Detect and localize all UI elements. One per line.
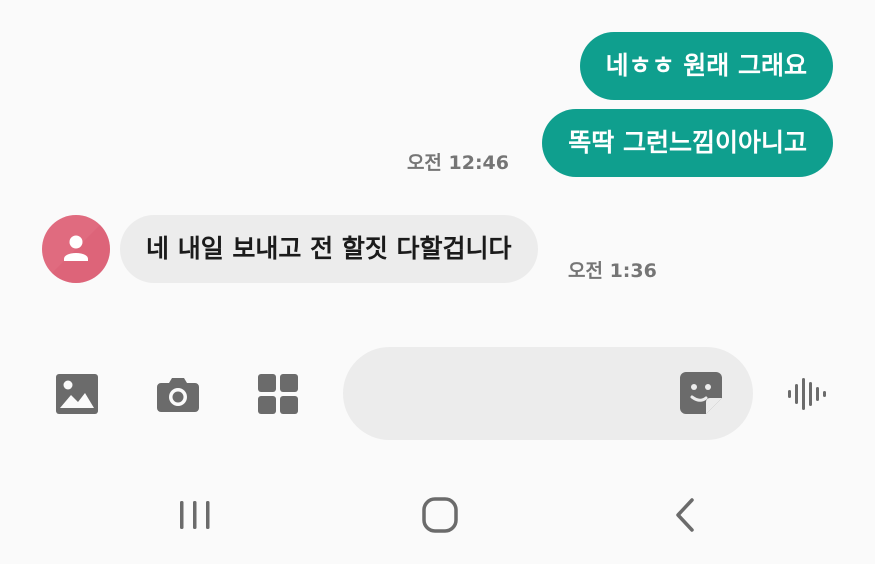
gallery-button[interactable] [55,372,99,416]
grid-icon [258,374,298,414]
voice-record-button[interactable] [786,372,830,416]
sticker-icon [680,372,722,414]
recent-apps-icon [180,501,210,529]
voice-wave-icon [788,378,826,410]
message-input[interactable] [373,347,677,442]
back-chevron-icon [676,498,694,532]
person-icon [42,215,110,283]
outgoing-message[interactable]: 네ㅎㅎ 원래 그래요 [579,32,833,100]
sticker-button[interactable] [679,371,723,415]
home-icon [422,497,458,533]
incoming-message[interactable]: 네 내일 보내고 전 할짓 다할겁니다 [120,215,538,283]
camera-icon [157,378,199,412]
apps-button[interactable] [256,372,300,416]
nav-back-button[interactable] [660,492,710,538]
message-input-container[interactable] [343,347,753,442]
contact-avatar[interactable] [42,215,110,283]
outgoing-message[interactable]: 똑딱 그런느낌이아니고 [542,109,833,177]
nav-home-button[interactable] [415,492,465,538]
message-timestamp: 오전 1:36 [568,260,657,282]
chat-screen: 네ㅎㅎ 원래 그래요 똑딱 그런느낌이아니고 오전 12:46 네 내일 보내고… [0,0,875,564]
image-icon [56,374,98,414]
camera-button[interactable] [156,372,200,416]
nav-recent-apps-button[interactable] [170,492,220,538]
message-timestamp: 오전 12:46 [406,152,509,174]
